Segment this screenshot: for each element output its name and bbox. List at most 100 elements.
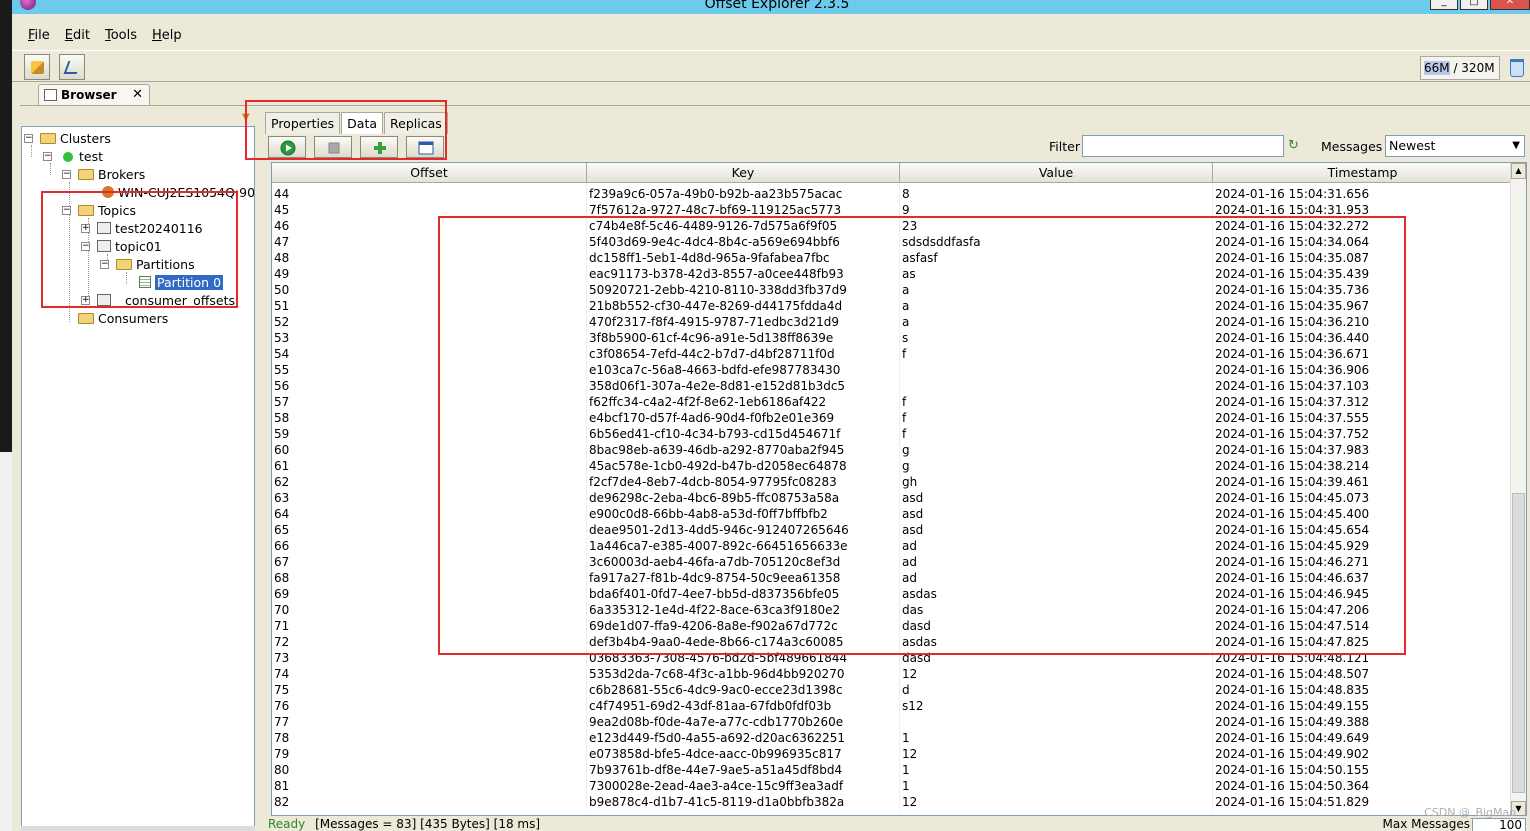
garbage-collect-icon[interactable] bbox=[1510, 59, 1524, 77]
table-row[interactable]: 48 dc158ff1-5eb1-4d8d-965a-9fafabea7fbc as… bbox=[272, 250, 1512, 266]
collapse-icon[interactable]: − bbox=[81, 242, 90, 251]
table-row[interactable]: 69 bda6f401-0fd7-4ee7-bb5d-d837356bfe05 as… bbox=[272, 586, 1512, 602]
collapse-icon[interactable]: − bbox=[62, 206, 71, 215]
tab-data[interactable]: Data bbox=[341, 112, 384, 134]
column-value[interactable]: Value bbox=[900, 163, 1213, 183]
tree-node-cluster-test[interactable]: − test bbox=[43, 148, 103, 166]
menu-tools[interactable]: Tools bbox=[105, 28, 137, 43]
menu-edit-mnemonic: E bbox=[64, 27, 73, 43]
cell-value: asd bbox=[900, 506, 1213, 522]
filter-input[interactable] bbox=[1082, 135, 1284, 157]
table-row[interactable]: 66 1a446ca7-e385-4007-892c-66451656633e ad… bbox=[272, 538, 1512, 554]
menu-edit[interactable]: Edit bbox=[65, 28, 90, 43]
tree-node-partitions[interactable]: − Partitions bbox=[100, 256, 195, 274]
table-row[interactable]: 71 69de1d07-ffa9-4206-8a8e-f902a67d772c da… bbox=[272, 618, 1512, 634]
table-vertical-scrollbar[interactable]: ▲ ▼ bbox=[1510, 163, 1526, 815]
table-row[interactable]: 50 50920721-2ebb-4210-8110-338dd3fb37d9 a 2… bbox=[272, 282, 1512, 298]
table-row[interactable]: 58 e4bcf170-d57f-4ad6-90d4-f0fb2e01e369 f 2… bbox=[272, 410, 1512, 426]
collapse-icon[interactable]: − bbox=[100, 260, 109, 269]
tree-node-brokers[interactable]: − Brokers bbox=[62, 166, 145, 184]
table-row[interactable]: 68 fa917a27-f81b-4dc9-8754-50c9eea61358 ad… bbox=[272, 570, 1512, 586]
table-row[interactable]: 53 3f8b5900-61cf-4c96-a91e-5d138ff8639e s 2… bbox=[272, 330, 1512, 346]
table-row[interactable]: 81 7300028e-2ead-4ae3-a4ce-15c9ff3ea3adf 1… bbox=[272, 778, 1512, 794]
collapse-arrow-icon[interactable]: ▼ bbox=[242, 112, 250, 123]
cell-key: e123d449-f5d0-4a55-a692-d20ac6362251 bbox=[587, 730, 900, 746]
table-row[interactable]: 82 b9e878c4-d1b7-41c5-8119-d1a0bbfb382a 12… bbox=[272, 794, 1512, 810]
table-row[interactable]: 55 e103ca7c-56a8-4663-bdfd-efe987783430 20… bbox=[272, 362, 1512, 378]
table-row[interactable]: 65 deae9501-2d13-4dd5-946c-912407265646 as… bbox=[272, 522, 1512, 538]
menu-file[interactable]: File bbox=[28, 28, 50, 43]
table-row[interactable]: 59 6b56ed41-cf10-4c34-b793-cd15d454671f f 2… bbox=[272, 426, 1512, 442]
scroll-thumb[interactable] bbox=[1512, 493, 1525, 793]
table-row[interactable]: 63 de96298c-2eba-4bc6-89b5-ffc08753a58a as… bbox=[272, 490, 1512, 506]
table-row[interactable]: 76 c4f74951-69d2-43df-81aa-67fdb0fdf03b s1… bbox=[272, 698, 1512, 714]
tree-horizontal-scrollbar[interactable] bbox=[21, 826, 255, 831]
apply-filter-icon[interactable]: ↻ bbox=[1288, 138, 1299, 153]
table-row[interactable]: 56 358d06f1-307a-4e2e-8d81-e152d81b3dc5 20… bbox=[272, 378, 1512, 394]
table-row[interactable]: 64 e900c0d8-66bb-4ab8-a53d-f0ff7bffbfb2 as… bbox=[272, 506, 1512, 522]
messages-select[interactable]: Newest ▼ bbox=[1385, 135, 1525, 157]
table-row[interactable]: 45 7f57612a-9727-48c7-bf69-119125ac5773 9 2… bbox=[272, 202, 1512, 218]
tab-replicas[interactable]: Replicas bbox=[384, 112, 448, 134]
expand-icon[interactable]: + bbox=[81, 296, 90, 305]
table-row[interactable]: 80 7b93761b-df8e-44e7-9ae5-a51a45df8bd4 1 2… bbox=[272, 762, 1512, 778]
collapse-icon[interactable]: − bbox=[24, 134, 33, 143]
table-row[interactable]: 62 f2cf7de4-8eb7-4dcb-8054-97795fc08283 gh… bbox=[272, 474, 1512, 490]
column-timestamp[interactable]: Timestamp bbox=[1213, 163, 1512, 183]
table-row[interactable]: 51 21b8b552-cf30-447e-8269-d44175fdda4d a 2… bbox=[272, 298, 1512, 314]
cell-value: asfasf bbox=[900, 250, 1213, 266]
menu-help[interactable]: Help bbox=[152, 28, 182, 43]
cell-timestamp: 2024-01-16 15:04:31.953 bbox=[1213, 202, 1512, 218]
tree-node-topics[interactable]: − Topics bbox=[62, 202, 136, 220]
table-row[interactable]: 70 6a335312-1e4d-4f22-8ace-63ca3f9180e2 da… bbox=[272, 602, 1512, 618]
tree-label-topic2: topic01 bbox=[115, 239, 162, 254]
scroll-up-icon[interactable]: ▲ bbox=[1511, 163, 1526, 179]
collapse-icon[interactable]: − bbox=[43, 152, 52, 161]
table-row[interactable]: 47 5f403d69-9e4c-4dc4-8b4c-a569e694bbf6 sd… bbox=[272, 234, 1512, 250]
tree-node-topic-topic01[interactable]: − topic01 bbox=[81, 238, 162, 256]
table-row[interactable]: 77 9ea2d08b-f0de-4a7e-a77c-cdb1770b260e 20… bbox=[272, 714, 1512, 730]
table-row[interactable]: 75 c6b28681-55c6-4dc9-9ac0-ecce23d1398c d 2… bbox=[272, 682, 1512, 698]
table-row[interactable]: 79 e073858d-bfe5-4dce-aacc-0b996935c817 12… bbox=[272, 746, 1512, 762]
collapse-icon[interactable]: − bbox=[62, 170, 71, 179]
table-row[interactable]: 74 5353d2da-7c68-4f3c-a1bb-96d4bb920270 12… bbox=[272, 666, 1512, 682]
table-row[interactable]: 52 470f2317-f8f4-4915-9787-71edbc3d21d9 a 2… bbox=[272, 314, 1512, 330]
tree-node-broker[interactable]: WIN-CUJ2ES1054Q:909 bbox=[102, 184, 254, 202]
table-row[interactable]: 61 45ac578e-1cb0-492d-b47b-d2058ec64878 g 2… bbox=[272, 458, 1512, 474]
table-row[interactable]: 49 eac91173-b378-42d3-8557-a0cee448fb93 as… bbox=[272, 266, 1512, 282]
stop-button[interactable] bbox=[314, 136, 352, 158]
close-tab-icon[interactable]: ✕ bbox=[132, 85, 143, 105]
table-row[interactable]: 78 e123d449-f5d0-4a55-a692-d20ac6362251 1 2… bbox=[272, 730, 1512, 746]
table-row[interactable]: 73 03683363-7308-4576-bd2d-5bf489661844 da… bbox=[272, 650, 1512, 666]
table-row[interactable]: 60 8bac98eb-a639-46db-a292-8770aba2f945 g 2… bbox=[272, 442, 1512, 458]
table-row[interactable]: 46 c74b4e8f-5c46-4489-9126-7d575a6f9f05 23… bbox=[272, 218, 1512, 234]
maximize-button[interactable]: □ bbox=[1460, 0, 1488, 10]
table-row[interactable]: 67 3c60003d-aeb4-46fa-a7db-705120c8ef3d ad… bbox=[272, 554, 1512, 570]
browser-tab[interactable]: Browser ✕ bbox=[38, 84, 150, 106]
table-row[interactable]: 44 f239a9c6-057a-49b0-b92b-aa23b575acac 8 2… bbox=[272, 186, 1512, 202]
tree-node-topic-test20240116[interactable]: + test20240116 bbox=[81, 220, 203, 238]
edit-settings-button[interactable] bbox=[59, 54, 85, 80]
add-message-button[interactable] bbox=[360, 136, 398, 158]
retrieve-messages-button[interactable] bbox=[268, 136, 306, 158]
table-row[interactable]: 72 def3b4b4-9aa0-4ede-8b66-c174a3c60085 as… bbox=[272, 634, 1512, 650]
tree-node-clusters[interactable]: − Clusters bbox=[24, 130, 111, 148]
tree-node-consumers[interactable]: Consumers bbox=[78, 310, 168, 328]
column-key[interactable]: Key bbox=[587, 163, 900, 183]
close-window-button[interactable]: ✕ bbox=[1490, 0, 1530, 10]
menu-file-label-rest: ile bbox=[34, 27, 50, 43]
table-row[interactable]: 57 f62ffc34-c4a2-4f2f-8e62-1eb6186af422 f 2… bbox=[272, 394, 1512, 410]
app-window: Offset Explorer 2.3.5 _ □ ✕ File Edit To… bbox=[12, 0, 1530, 831]
tab-properties[interactable]: Properties bbox=[265, 112, 341, 134]
table-row[interactable]: 54 c3f08654-7efd-44c2-b7d7-d4bf28711f0d f 2… bbox=[272, 346, 1512, 362]
connect-button[interactable] bbox=[24, 54, 50, 80]
expand-icon[interactable]: + bbox=[81, 224, 90, 233]
tree-node-topic-consumer-offsets[interactable]: + consumer_offsets bbox=[81, 292, 235, 310]
minimize-button[interactable]: _ bbox=[1430, 0, 1458, 10]
column-offset[interactable]: Offset bbox=[272, 163, 587, 183]
message-view-button[interactable] bbox=[406, 136, 444, 158]
add-icon bbox=[374, 142, 386, 154]
cell-value bbox=[900, 378, 1213, 394]
max-messages-input[interactable]: 100 bbox=[1472, 818, 1526, 831]
tree-node-partition-0[interactable]: Partition 0 bbox=[139, 274, 224, 292]
